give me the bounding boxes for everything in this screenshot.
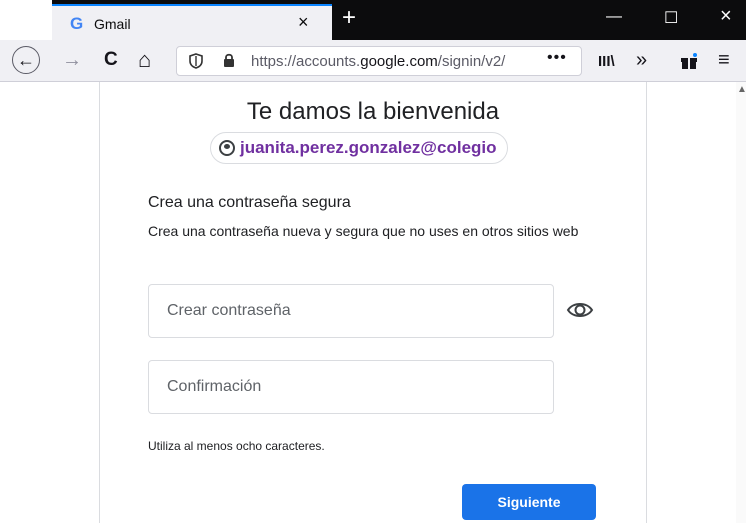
page-content: ▲ Te damos la bienvenida juanita.perez.g… bbox=[0, 82, 746, 523]
page-title: Te damos la bienvenida bbox=[246, 98, 500, 125]
account-chip[interactable]: juanita.perez.gonzalez@colegio bbox=[210, 132, 508, 164]
tab-gmail[interactable]: G Gmail × bbox=[52, 4, 332, 40]
tab-title: Gmail bbox=[94, 16, 131, 32]
account-email: juanita.perez.gonzalez@colegio bbox=[240, 138, 497, 157]
url-text[interactable]: https://accounts.google.com/signin/v2/ bbox=[251, 53, 541, 70]
address-bar[interactable]: https://accounts.google.com/signin/v2/ •… bbox=[176, 46, 582, 76]
hamburger-menu-icon[interactable]: ≡ bbox=[718, 48, 730, 72]
password-field[interactable] bbox=[148, 284, 554, 338]
minimize-button[interactable]: — bbox=[606, 8, 622, 26]
navigation-toolbar: ← → C ⌂ https://accounts.google.com/sign… bbox=[0, 40, 746, 82]
confirm-password-field[interactable] bbox=[148, 360, 554, 414]
close-window-button[interactable]: × bbox=[720, 5, 732, 28]
home-button[interactable]: ⌂ bbox=[138, 48, 151, 72]
browser-tab-strip: G Gmail × + — ☐ × bbox=[0, 0, 746, 40]
tab-strip-spacer bbox=[0, 0, 52, 40]
confirm-password-input[interactable] bbox=[149, 361, 527, 413]
forward-button[interactable]: → bbox=[62, 48, 82, 72]
account-circle-icon bbox=[219, 140, 235, 156]
overflow-menu-button[interactable]: » bbox=[636, 48, 647, 72]
tab-close-icon[interactable]: × bbox=[298, 12, 309, 33]
library-icon[interactable]: III\ bbox=[598, 50, 615, 74]
page-actions-button[interactable]: ••• bbox=[547, 49, 567, 67]
card-border bbox=[99, 82, 100, 523]
lock-icon[interactable] bbox=[223, 52, 234, 67]
password-hint: Utiliza al menos ocho caracteres. bbox=[148, 439, 325, 453]
reload-button[interactable]: C bbox=[104, 48, 118, 72]
back-button[interactable]: ← bbox=[12, 46, 40, 74]
section-description: Crea una contraseña nueva y segura que n… bbox=[148, 223, 579, 239]
next-button[interactable]: Siguiente bbox=[462, 484, 596, 520]
gift-icon[interactable] bbox=[680, 51, 698, 75]
new-tab-button[interactable]: + bbox=[342, 4, 356, 32]
shield-icon[interactable] bbox=[189, 53, 203, 72]
section-title: Crea una contraseña segura bbox=[148, 194, 351, 211]
eye-icon[interactable] bbox=[566, 300, 594, 320]
password-input[interactable] bbox=[149, 285, 527, 337]
scrollbar[interactable] bbox=[736, 82, 746, 523]
card-border bbox=[646, 82, 647, 523]
scroll-up-icon[interactable]: ▲ bbox=[737, 84, 746, 95]
google-favicon-icon: G bbox=[70, 14, 84, 33]
maximize-button[interactable]: ☐ bbox=[664, 8, 678, 28]
